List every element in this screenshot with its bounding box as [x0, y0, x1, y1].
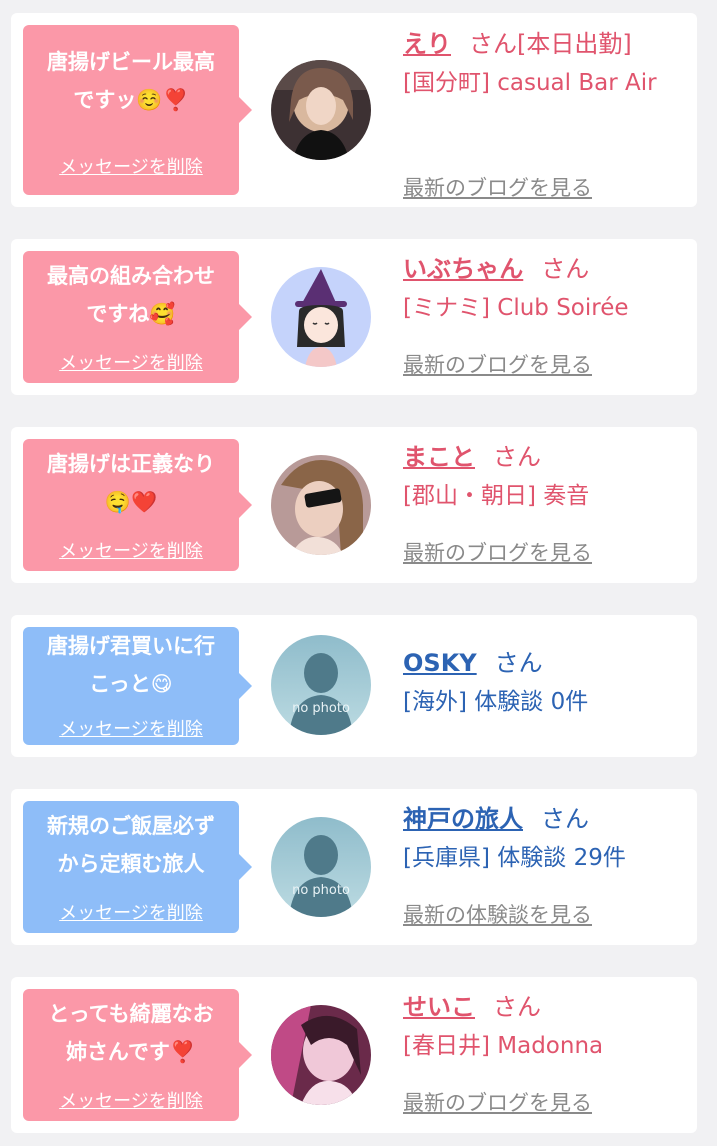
message-line: 🤤❤️ [104, 490, 158, 514]
honorific: さん [493, 443, 541, 471]
avatar[interactable] [271, 1005, 371, 1105]
honorific: さん [469, 30, 517, 58]
message-line: ですッ☺️❣️ [73, 88, 189, 112]
delete-message-link[interactable]: メッセージを削除 [23, 153, 239, 179]
user-info: 神戸の旅人 さん [兵庫県] 体験談 29件 最新の体験談を見る [403, 799, 693, 927]
message-text: 新規のご飯屋必ず から定頼む旅人 [23, 807, 239, 883]
message-bubble: 最高の組み合わせ ですね🥰 メッセージを削除 [23, 251, 252, 383]
message-card: 唐揚げ君買いに行 こっと😋 メッセージを削除 no photo OSKY さん [… [11, 615, 697, 757]
user-info: まこと さん [郡山・朝日] 奏音 最新のブログを見る [403, 437, 693, 565]
user-name-link[interactable]: 神戸の旅人 [403, 805, 523, 833]
shop-link[interactable]: [兵庫県] 体験談 29件 [403, 839, 693, 877]
user-name-link[interactable]: えり [403, 30, 451, 58]
delete-message-link[interactable]: メッセージを削除 [23, 537, 239, 563]
honorific: さん [493, 993, 541, 1021]
witch-illustration-avatar-icon [271, 267, 371, 367]
message-text: 最高の組み合わせ ですね🥰 [23, 257, 239, 333]
message-card: 最高の組み合わせ ですね🥰 メッセージを削除 いぶちゃん さん [ミナミ] Clu… [11, 239, 697, 395]
user-name-link[interactable]: せいこ [403, 993, 475, 1021]
name-line: OSKY さん [403, 643, 693, 683]
name-line: えり さん[本日出勤] [403, 24, 693, 64]
user-name-link[interactable]: いぶちゃん [403, 255, 523, 283]
latest-review-link[interactable]: 最新の体験談を見る [403, 899, 592, 929]
message-card: 唐揚げは正義なり 🤤❤️ メッセージを削除 まこと さん [郡山・朝日] 奏音 最… [11, 427, 697, 583]
no-photo-avatar-icon [271, 817, 371, 917]
user-info: いぶちゃん さん [ミナミ] Club Soirée 最新のブログを見る [403, 249, 693, 377]
delete-message-link[interactable]: メッセージを削除 [23, 715, 239, 741]
message-line: 唐揚げは正義なり [47, 452, 215, 476]
latest-blog-link[interactable]: 最新のブログを見る [403, 537, 592, 567]
name-line: まこと さん [403, 437, 693, 477]
message-bubble: 唐揚げ君買いに行 こっと😋 メッセージを削除 [23, 627, 252, 745]
user-name-link[interactable]: OSKY [403, 649, 477, 677]
message-line: 新規のご飯屋必ず [47, 814, 215, 838]
message-text: 唐揚げ君買いに行 こっと😋 [23, 627, 239, 703]
name-line: いぶちゃん さん [403, 249, 693, 289]
delete-message-link[interactable]: メッセージを削除 [23, 349, 239, 375]
message-bubble: 新規のご飯屋必ず から定頼む旅人 メッセージを削除 [23, 801, 252, 933]
message-bubble: 唐揚げビール最高 ですッ☺️❣️ メッセージを削除 [23, 25, 252, 195]
user-info: えり さん[本日出勤] [国分町] casual Bar Air 最新のブログを見… [403, 24, 693, 200]
avatar[interactable]: no photo [271, 635, 371, 735]
avatar[interactable] [271, 267, 371, 367]
shop-link[interactable]: [春日井] Madonna [403, 1027, 693, 1065]
attendance-tag: [本日出勤] [517, 30, 632, 58]
message-text: 唐揚げは正義なり 🤤❤️ [23, 445, 239, 521]
shop-link[interactable]: [海外] 体験談 0件 [403, 683, 693, 721]
delete-message-link[interactable]: メッセージを削除 [23, 1087, 239, 1113]
shop-link[interactable]: [郡山・朝日] 奏音 [403, 477, 693, 515]
message-line: 姉さんです❣️ [65, 1040, 197, 1064]
latest-blog-link[interactable]: 最新のブログを見る [403, 349, 592, 379]
honorific: さん [541, 255, 590, 283]
message-card: 新規のご飯屋必ず から定頼む旅人 メッセージを削除 no photo 神戸の旅人… [11, 789, 697, 945]
avatar[interactable] [271, 60, 371, 160]
latest-blog-link[interactable]: 最新のブログを見る [403, 1087, 592, 1117]
honorific: さん [541, 805, 589, 833]
message-line: とっても綺麗なお [48, 1002, 214, 1026]
no-photo-label: no photo [292, 701, 350, 716]
no-photo-label: no photo [292, 883, 350, 898]
message-bubble: とっても綺麗なお 姉さんです❣️ メッセージを削除 [23, 989, 252, 1121]
no-photo-avatar-icon [271, 635, 371, 735]
avatar[interactable] [271, 455, 371, 555]
girl-photo-avatar-icon [271, 455, 371, 555]
latest-blog-link[interactable]: 最新のブログを見る [403, 172, 592, 202]
message-card: とっても綺麗なお 姉さんです❣️ メッセージを削除 せいこ さん [春日井] Ma… [11, 977, 697, 1133]
shop-link[interactable]: [ミナミ] Club Soirée [403, 289, 693, 327]
message-line: から定頼む旅人 [57, 852, 205, 876]
message-text: 唐揚げビール最高 ですッ☺️❣️ [23, 43, 239, 119]
message-line: 唐揚げビール最高 [47, 50, 215, 74]
message-line: ですね🥰 [86, 302, 176, 326]
user-name-link[interactable]: まこと [403, 443, 475, 471]
message-line: 唐揚げ君買いに行 [47, 634, 215, 658]
message-line: こっと😋 [89, 672, 173, 696]
name-line: 神戸の旅人 さん [403, 799, 693, 839]
honorific: さん [494, 649, 543, 677]
girl-photo-avatar-icon [271, 60, 371, 160]
message-bubble: 唐揚げは正義なり 🤤❤️ メッセージを削除 [23, 439, 252, 571]
message-text: とっても綺麗なお 姉さんです❣️ [23, 995, 239, 1071]
user-info: OSKY さん [海外] 体験談 0件 [403, 643, 693, 721]
user-info: せいこ さん [春日井] Madonna 最新のブログを見る [403, 987, 693, 1115]
message-line: 最高の組み合わせ [47, 264, 215, 288]
name-line: せいこ さん [403, 987, 693, 1027]
girl-photo-avatar-icon [271, 1005, 371, 1105]
message-card: 唐揚げビール最高 ですッ☺️❣️ メッセージを削除 えり さん[本日出勤] [国分… [11, 13, 697, 207]
delete-message-link[interactable]: メッセージを削除 [23, 899, 239, 925]
shop-link[interactable]: [国分町] casual Bar Air [403, 64, 693, 102]
avatar[interactable]: no photo [271, 817, 371, 917]
